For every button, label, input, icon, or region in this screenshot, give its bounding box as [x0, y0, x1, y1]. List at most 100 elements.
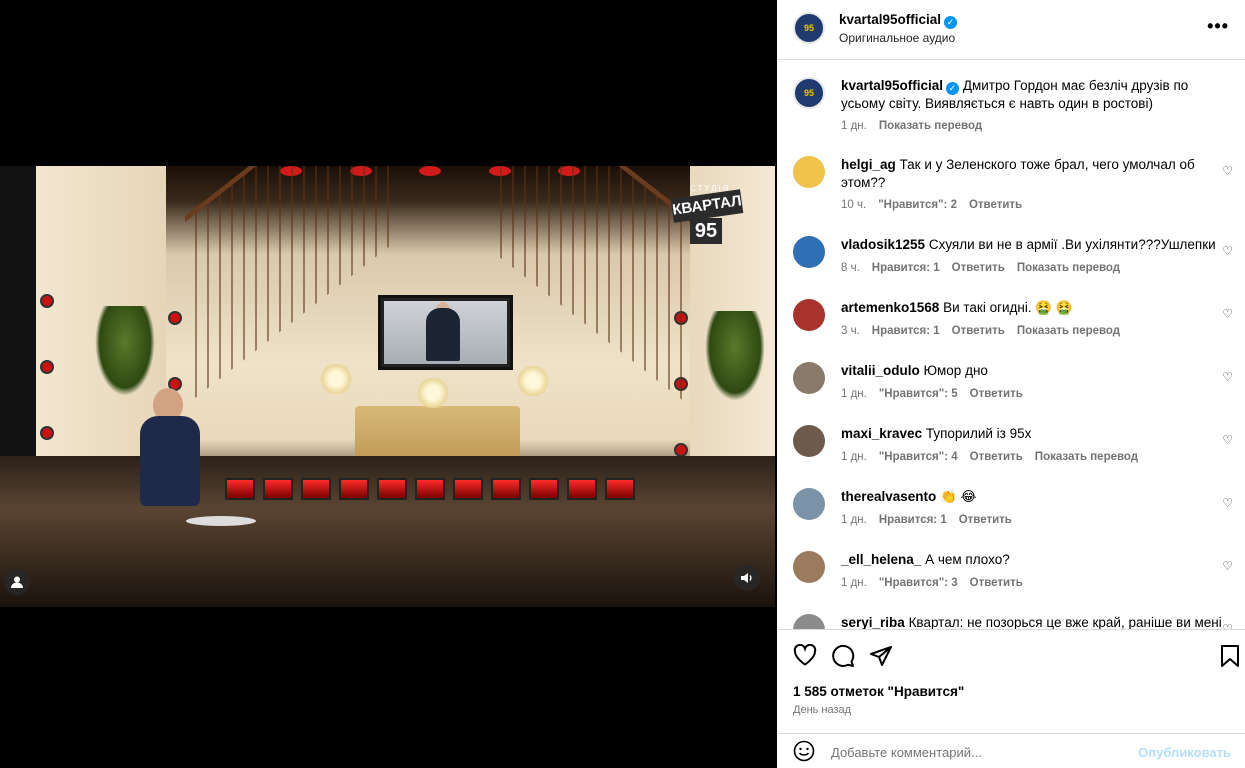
caption-text-block: kvartal95official ✓ Дмитро Гордон має без… [841, 77, 1201, 113]
comment-username[interactable]: therealvasento [841, 489, 936, 504]
share-icon[interactable] [869, 644, 893, 674]
comment-likes[interactable]: Нравится: 1 [872, 262, 940, 274]
comment-likes[interactable]: Нравится: 1 [872, 325, 940, 337]
like-heart-icon[interactable] [793, 643, 817, 672]
reply-button[interactable]: Ответить [952, 325, 1005, 337]
comment-username[interactable]: seryi_riba [841, 615, 905, 629]
comment-username[interactable]: maxi_kravec [841, 426, 922, 441]
comment-input[interactable] [831, 745, 1131, 760]
reply-button[interactable]: Ответить [969, 199, 1022, 211]
tv-screen [378, 295, 513, 370]
heart-icon[interactable]: ♡ [1222, 559, 1233, 573]
add-comment-bar: Опубликовать [777, 733, 1245, 768]
reply-button[interactable]: Ответить [970, 388, 1023, 400]
heart-icon[interactable]: ♡ [1222, 307, 1233, 321]
side-table [186, 516, 256, 526]
caption: 95 kvartal95official ✓ Дмитро Гордон має … [777, 77, 1245, 137]
comment-username[interactable]: vladosik1255 [841, 237, 925, 252]
post-date[interactable]: День назад [793, 704, 851, 716]
heart-icon[interactable]: ♡ [1222, 496, 1233, 510]
caption-time[interactable]: 1 дн. [841, 120, 867, 132]
comment-meta: 10 ч. "Нравится": 2 Ответить [841, 199, 1022, 211]
comment-username[interactable]: artemenko1568 [841, 300, 939, 315]
emoji-icon[interactable] [793, 740, 815, 768]
avatar[interactable] [793, 614, 825, 629]
translate-link[interactable]: Показать перевод [1017, 325, 1120, 337]
reply-button[interactable]: Ответить [959, 514, 1012, 526]
comment-meta: 3 ч. Нравится: 1 Ответить Показать перев… [841, 325, 1120, 337]
comment-likes[interactable]: "Нравится": 4 [879, 451, 958, 463]
avatar[interactable] [793, 299, 825, 331]
comment-text: Схуяли ви не в армії .Ви ухілянти???Ушле… [928, 237, 1216, 252]
comment-meta: 1 дн. "Нравится": 4 Ответить Показать пе… [841, 451, 1138, 463]
translate-link[interactable]: Показать перевод [1035, 451, 1138, 463]
avatar[interactable] [793, 156, 825, 188]
comment-time[interactable]: 8 ч. [841, 262, 860, 274]
avatar[interactable] [793, 362, 825, 394]
stage-lights-row [225, 478, 635, 500]
comment-icon[interactable] [831, 644, 855, 674]
avatar[interactable] [793, 425, 825, 457]
bookmark-icon[interactable] [1220, 644, 1240, 674]
comment-meta: 1 дн. "Нравится": 3 Ответить [841, 577, 1023, 589]
likes-count[interactable]: 1 585 отметок "Нравится" [793, 684, 964, 699]
reply-button[interactable]: Ответить [970, 577, 1023, 589]
heart-icon[interactable]: ♡ [1222, 244, 1233, 258]
video-frame[interactable]: СТУДІЯ КВАРТАЛ 95 [0, 166, 777, 607]
comment-text: 👏 😂 [940, 489, 977, 504]
comment-text-block: therealvasento 👏 😂 [841, 488, 1221, 506]
translate-link[interactable]: Показать перевод [1017, 262, 1120, 274]
comment-text-block: helgi_ag Так и у Зеленского тоже брал, ч… [841, 156, 1221, 192]
comment-text: А чем плохо? [925, 552, 1010, 567]
comment-username[interactable]: _ell_helena_ [841, 552, 921, 567]
comment-time[interactable]: 3 ч. [841, 325, 860, 337]
comment-likes[interactable]: Нравится: 1 [879, 514, 947, 526]
publish-button[interactable]: Опубликовать [1138, 745, 1231, 760]
host-figure [140, 416, 200, 506]
comment-text-block: artemenko1568 Ви такі огидні. 🤮 🤮 [841, 299, 1221, 317]
comment-time[interactable]: 10 ч. [841, 199, 866, 211]
comment-username[interactable]: helgi_ag [841, 157, 896, 172]
comment-likes[interactable]: "Нравится": 3 [879, 577, 958, 589]
verified-icon: ✓ [946, 82, 960, 95]
comment-text-block: _ell_helena_ А чем плохо? [841, 551, 1221, 569]
reply-button[interactable]: Ответить [970, 451, 1023, 463]
comment-time[interactable]: 1 дн. [841, 577, 867, 589]
kvartal-logo: СТУДІЯ КВАРТАЛ 95 [670, 184, 744, 246]
speaker-icon[interactable] [734, 565, 760, 591]
heart-icon[interactable]: ♡ [1222, 622, 1233, 629]
avatar[interactable] [793, 551, 825, 583]
header-subtitle[interactable]: Оригинальное аудио [839, 31, 955, 45]
heart-icon[interactable]: ♡ [1222, 164, 1233, 178]
caption-username[interactable]: kvartal95official [841, 78, 943, 93]
heart-icon[interactable]: ♡ [1222, 370, 1233, 384]
comment-time[interactable]: 1 дн. [841, 451, 867, 463]
comment-time[interactable]: 1 дн. [841, 514, 867, 526]
flowers-right [515, 366, 551, 396]
comment-time[interactable]: 1 дн. [841, 388, 867, 400]
comment-username[interactable]: vitalii_odulo [841, 363, 920, 378]
post-panel: 95 kvartal95official ✓ Оригинальное аудио… [777, 0, 1245, 768]
comment-text-block: maxi_kravec Тупорилий із 95х [841, 425, 1221, 443]
avatar[interactable]: 95 [793, 77, 825, 109]
comment-meta: 8 ч. Нравится: 1 Ответить Показать перев… [841, 262, 1120, 274]
comment-text-block: vladosik1255 Схуяли ви не в армії .Ви ух… [841, 236, 1221, 254]
avatar[interactable] [793, 488, 825, 520]
plant-left [95, 306, 155, 396]
avatar[interactable] [793, 236, 825, 268]
user-icon[interactable] [4, 569, 30, 595]
translate-link[interactable]: Показать перевод [879, 120, 982, 132]
comment-text-block: vitalii_odulo Юмор дно [841, 362, 1221, 380]
comment-likes[interactable]: "Нравится": 5 [879, 388, 958, 400]
verified-icon: ✓ [944, 16, 958, 29]
comments-list[interactable]: 95 kvartal95official ✓ Дмитро Гордон має … [777, 61, 1245, 629]
comment-text: Ви такі огидні. 🤮 🤮 [943, 300, 1073, 315]
comment-likes[interactable]: "Нравится": 2 [878, 199, 957, 211]
post-actions: 1 585 отметок "Нравится" День назад Опуб… [777, 629, 1245, 768]
heart-icon[interactable]: ♡ [1222, 433, 1233, 447]
avatar[interactable]: 95 [793, 12, 825, 44]
more-options-icon[interactable]: ••• [1207, 16, 1229, 37]
header-username[interactable]: kvartal95official [839, 12, 941, 27]
video-player[interactable]: СТУДІЯ КВАРТАЛ 95 [0, 0, 777, 768]
reply-button[interactable]: Ответить [952, 262, 1005, 274]
